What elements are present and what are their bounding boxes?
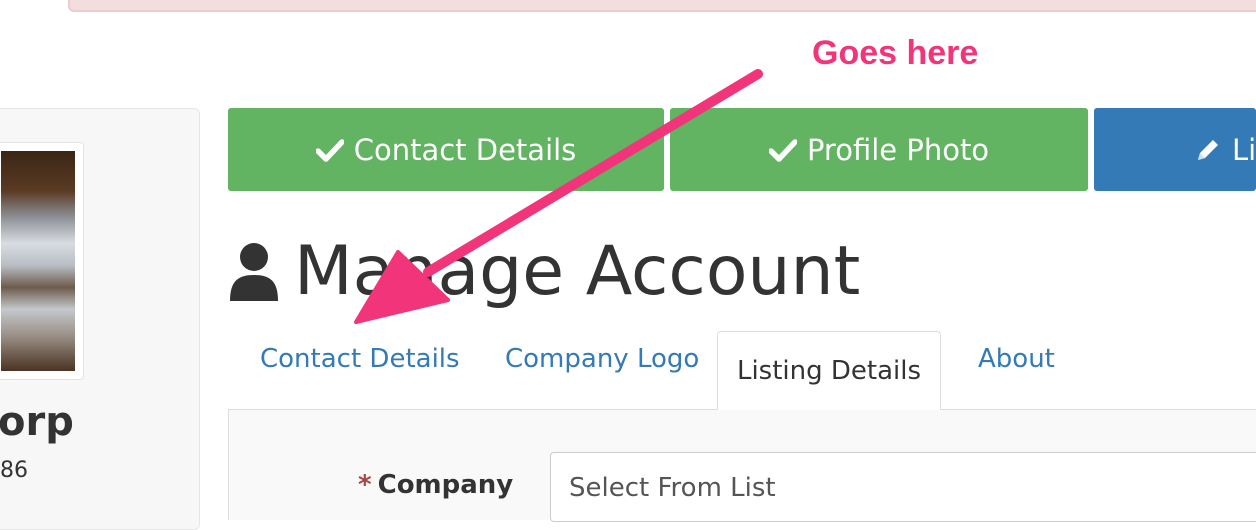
tab-contact-details[interactable]: Contact Details xyxy=(260,346,460,372)
step-label: Lis xyxy=(1232,132,1256,167)
step-label: Contact Details xyxy=(353,132,577,167)
page-title-text: Manage Account xyxy=(294,232,861,311)
page-title: Manage Account xyxy=(228,232,860,312)
step-profile-photo[interactable]: Profile Photo xyxy=(670,108,1088,191)
tab-listing-details[interactable]: Listing Details xyxy=(717,331,941,411)
company-label-text: Company xyxy=(377,470,514,500)
check-icon xyxy=(768,138,797,162)
annotation-label: Goes here xyxy=(812,34,979,72)
organization-number: 86 xyxy=(0,458,28,483)
organization-name: orp xyxy=(0,399,74,445)
user-icon xyxy=(228,241,280,303)
required-marker: * xyxy=(358,470,372,500)
profile-photo-image xyxy=(1,151,75,371)
pencil-icon xyxy=(1194,136,1222,164)
company-field-label: * Company xyxy=(358,472,513,498)
check-icon xyxy=(315,138,344,162)
tab-company-logo[interactable]: Company Logo xyxy=(505,346,699,372)
step-contact-details[interactable]: Contact Details xyxy=(228,108,664,191)
alert-banner xyxy=(68,0,1256,12)
step-label: Profile Photo xyxy=(806,132,990,167)
step-listing[interactable]: Lis xyxy=(1094,108,1256,191)
profile-photo xyxy=(0,142,84,380)
tab-about[interactable]: About xyxy=(978,346,1055,372)
